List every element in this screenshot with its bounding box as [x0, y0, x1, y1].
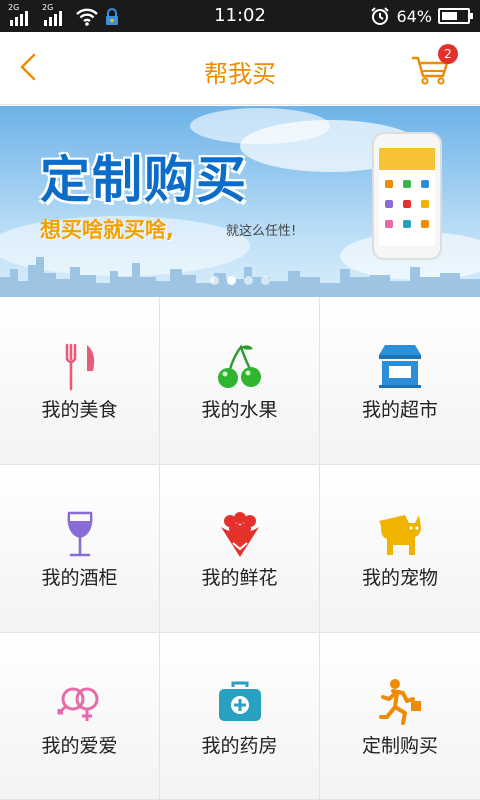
wine-glass-icon — [67, 511, 92, 557]
category-supermarket[interactable]: 我的超市 — [320, 297, 480, 465]
cart-badge: 2 — [438, 44, 458, 64]
battery-percent: 64% — [396, 6, 432, 26]
category-label: 我的爱爱 — [41, 735, 118, 757]
category-label: 我的药房 — [201, 735, 278, 757]
flower-bouquet-icon — [220, 512, 259, 557]
carousel-dot[interactable] — [261, 276, 270, 285]
medical-kit-icon — [218, 681, 261, 721]
app-header: 帮我买 2 — [0, 32, 480, 105]
category-label: 我的美食 — [41, 399, 118, 421]
category-label: 我的鲜花 — [201, 567, 278, 589]
status-right: 64% — [370, 6, 473, 26]
category-pets[interactable]: 我的宠物 — [320, 465, 480, 633]
category-label: 我的酒柜 — [41, 567, 118, 589]
phone-illustration — [372, 132, 442, 260]
fork-knife-icon — [65, 343, 94, 391]
carousel-dot[interactable] — [210, 276, 219, 285]
category-food[interactable]: 我的美食 — [0, 297, 160, 465]
category-label: 我的宠物 — [361, 567, 438, 589]
gender-symbols-icon — [57, 687, 98, 721]
category-pharmacy[interactable]: 我的药房 — [160, 633, 320, 800]
carousel-dot-active[interactable] — [227, 276, 236, 285]
banner-subtitle: 想买啥就买啥, — [40, 218, 174, 242]
category-custom-purchase[interactable]: 定制购买 — [320, 633, 480, 800]
category-label: 我的超市 — [361, 399, 438, 421]
page-title: 帮我买 — [204, 60, 276, 88]
cat-icon — [379, 515, 421, 555]
promo-banner[interactable]: 定制购买 想买啥就买啥, 就这么任性! — [0, 106, 480, 297]
cherry-icon — [217, 344, 261, 388]
banner-tagline: 就这么任性! — [226, 224, 297, 239]
store-icon — [379, 345, 421, 388]
category-flowers[interactable]: 我的鲜花 — [160, 465, 320, 633]
battery-fill — [442, 12, 457, 20]
category-label: 定制购买 — [361, 735, 438, 757]
carousel-dots — [0, 276, 480, 285]
category-love[interactable]: 我的爱爱 — [0, 633, 160, 800]
category-grid: 我的美食 我的水果 我的超市 我的酒柜 我的鲜花 我的宠物 我的爱爱 我的药房 … — [0, 297, 480, 800]
status-bar: 2G 2G 11:02 64% — [0, 0, 480, 32]
alarm-icon — [371, 7, 390, 25]
carousel-dot[interactable] — [244, 276, 253, 285]
category-fruit[interactable]: 我的水果 — [160, 297, 320, 465]
category-wine[interactable]: 我的酒柜 — [0, 465, 160, 633]
courier-running-icon — [379, 679, 421, 725]
city-skyline — [0, 257, 480, 297]
category-label: 我的水果 — [201, 399, 278, 421]
battery-icon — [438, 8, 473, 24]
banner-title: 定制购买 — [40, 151, 248, 209]
